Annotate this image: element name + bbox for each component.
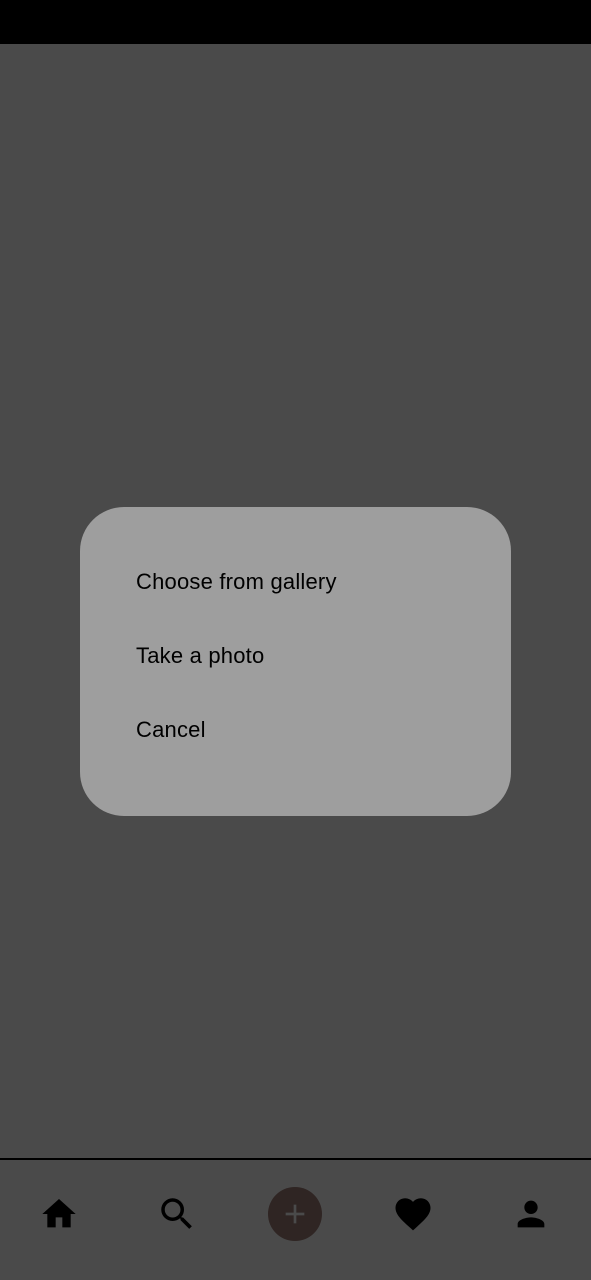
nav-add-button[interactable] [265,1184,325,1244]
status-bar [0,0,591,44]
nav-home-button[interactable] [29,1184,89,1244]
home-icon [39,1194,79,1234]
profile-icon [511,1194,551,1234]
nav-favorites-button[interactable] [383,1184,443,1244]
heart-icon [392,1193,434,1235]
add-icon [279,1198,311,1230]
image-source-dialog: Choose from gallery Take a photo Cancel [80,507,511,816]
bottom-navigation-bar [0,1160,591,1280]
choose-from-gallery-option[interactable]: Choose from gallery [136,559,511,633]
take-a-photo-option[interactable]: Take a photo [136,633,511,707]
search-icon [156,1193,198,1235]
nav-profile-button[interactable] [501,1184,561,1244]
cancel-option[interactable]: Cancel [136,707,511,781]
nav-search-button[interactable] [147,1184,207,1244]
add-button-circle [268,1187,322,1241]
